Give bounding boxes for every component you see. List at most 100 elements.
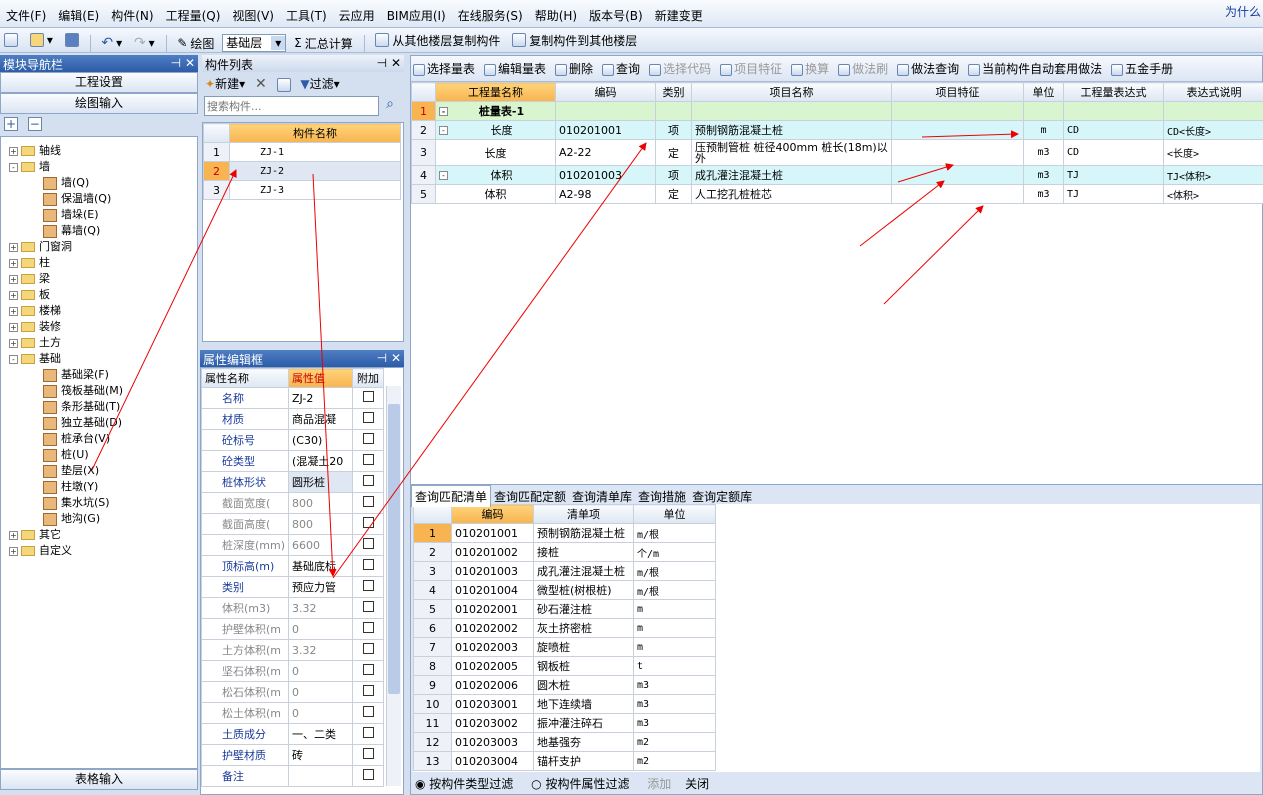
tree-item[interactable]: 幕墙(Q): [1, 223, 197, 239]
query-tab[interactable]: 查询定额库: [689, 486, 755, 507]
quantity-tool-button[interactable]: 五金手册: [1111, 62, 1173, 76]
extra-checkbox[interactable]: [362, 622, 374, 633]
copy-to-floor-button[interactable]: 复制构件到其他楼层: [508, 28, 641, 52]
tree-item[interactable]: + 梁: [1, 271, 197, 287]
property-row[interactable]: 土方体积(m 3.32: [201, 639, 384, 661]
expand-all-icon[interactable]: +: [4, 117, 18, 131]
property-value[interactable]: 圆形桩: [288, 471, 354, 493]
property-row[interactable]: 砼标号 (C30): [201, 429, 384, 451]
query-row[interactable]: 5 010202001 砂石灌注桩 m: [413, 599, 716, 619]
expand-icon[interactable]: +: [9, 274, 18, 284]
table-input-button[interactable]: 表格输入: [0, 769, 198, 790]
menu-item[interactable]: 视图(V): [226, 0, 280, 31]
tree-item[interactable]: 桩(U): [1, 447, 197, 463]
extra-checkbox[interactable]: [362, 748, 374, 759]
quantity-row[interactable]: 3 长度 A2-22 定压预制管桩 桩径400mm 桩长(18m)以外 m3 CD <长度>: [411, 139, 1263, 166]
expand-icon[interactable]: +: [9, 146, 18, 156]
property-row[interactable]: 备注: [201, 765, 384, 787]
redo-button[interactable]: ↷ ▾: [130, 31, 159, 55]
tree-item[interactable]: 桩承台(V): [1, 431, 197, 447]
property-value[interactable]: 0: [288, 660, 354, 682]
quantity-tool-button[interactable]: 删除: [555, 62, 593, 76]
query-row[interactable]: 3 010201003 成孔灌注混凝土桩 m/根: [413, 561, 716, 581]
collapse-icon[interactable]: -: [439, 171, 448, 180]
open-button[interactable]: ▾: [26, 28, 57, 52]
quantity-tool-button[interactable]: 做法查询: [897, 62, 959, 76]
property-row[interactable]: 材质 商品混凝: [201, 408, 384, 430]
property-row[interactable]: 桩体形状 圆形桩: [201, 471, 384, 493]
draw-input-button[interactable]: 绘图输入: [0, 93, 198, 114]
pin-close-icon[interactable]: ⊣ ✕: [377, 351, 401, 366]
save-button[interactable]: [61, 28, 83, 52]
extra-checkbox[interactable]: [362, 496, 374, 507]
component-row[interactable]: 1 ZJ-1: [203, 142, 401, 162]
quantity-tool-button[interactable]: 做法刷: [838, 62, 888, 76]
tree-item[interactable]: 筏板基础(M): [1, 383, 197, 399]
query-row[interactable]: 1 010201001 预制钢筋混凝土桩 m/根: [413, 523, 716, 543]
property-row[interactable]: 体积(m3) 3.32: [201, 597, 384, 619]
component-row[interactable]: 3 ZJ-3: [203, 180, 401, 200]
tree-item[interactable]: + 门窗洞: [1, 239, 197, 255]
quantity-tool-button[interactable]: 选择代码: [649, 62, 711, 76]
property-value[interactable]: 800: [288, 492, 354, 514]
property-row[interactable]: 松石体积(m 0: [201, 681, 384, 703]
query-tab[interactable]: 查询匹配定额: [491, 486, 569, 507]
extra-checkbox[interactable]: [362, 433, 374, 444]
expand-icon[interactable]: +: [9, 242, 18, 252]
property-row[interactable]: 截面高度(800: [201, 513, 384, 535]
property-row[interactable]: 名称 ZJ-2: [201, 387, 384, 409]
property-value[interactable]: 一、二类: [288, 723, 354, 745]
query-row[interactable]: 9 010202006 圆木桩 m3: [413, 675, 716, 695]
property-value[interactable]: 商品混凝: [288, 408, 354, 430]
tree-item[interactable]: 独立基础(D): [1, 415, 197, 431]
property-row[interactable]: 砼类型 (混凝土20: [201, 450, 384, 472]
tree-item[interactable]: + 楼梯: [1, 303, 197, 319]
property-value[interactable]: 3.32: [288, 597, 354, 619]
tree-item[interactable]: 保温墙(Q): [1, 191, 197, 207]
quantity-row[interactable]: 4- 体积 010201003 项成孔灌注混凝土桩 m3 TJ TJ<体积>: [411, 165, 1263, 185]
tree-item[interactable]: 柱墩(Y): [1, 479, 197, 495]
expand-icon[interactable]: +: [9, 338, 18, 348]
property-value[interactable]: (C30): [288, 429, 354, 451]
menu-item[interactable]: 文件(F): [0, 0, 52, 31]
query-row[interactable]: 4 010201004 微型桩(树根桩) m/根: [413, 580, 716, 600]
property-value[interactable]: 砖: [288, 744, 354, 766]
tree-item[interactable]: - 基础: [1, 351, 197, 367]
menu-item[interactable]: 构件(N): [105, 0, 159, 31]
sum-calc-button[interactable]: Σ 汇总计算: [290, 31, 357, 55]
extra-checkbox[interactable]: [362, 412, 374, 423]
collapse-icon[interactable]: -: [9, 354, 18, 364]
tree-item[interactable]: 墙垛(E): [1, 207, 197, 223]
undo-button[interactable]: ↶ ▾: [97, 31, 126, 55]
query-tab[interactable]: 查询清单库: [569, 486, 635, 507]
query-row[interactable]: 8 010202005 钢板桩 t: [413, 656, 716, 676]
quantity-row[interactable]: 5 体积 A2-98 定人工挖孔桩桩芯 m3 TJ <体积>: [411, 184, 1263, 204]
tree-item[interactable]: + 柱: [1, 255, 197, 271]
menu-item[interactable]: 帮助(H): [529, 0, 583, 31]
pin-close-icon[interactable]: ⊣ ✕: [171, 56, 195, 71]
property-row[interactable]: 护壁体积(m 0: [201, 618, 384, 640]
query-row[interactable]: 11 010203002 振冲灌注碎石 m3: [413, 713, 716, 733]
tree-item[interactable]: 地沟(G): [1, 511, 197, 527]
quantity-tool-button[interactable]: 当前构件自动套用做法: [968, 62, 1102, 76]
menu-item[interactable]: 版本号(B): [583, 0, 649, 31]
property-value[interactable]: 800: [288, 513, 354, 535]
tree-item[interactable]: + 土方: [1, 335, 197, 351]
add-button[interactable]: 添加: [647, 777, 671, 791]
tree-item[interactable]: + 板: [1, 287, 197, 303]
property-value[interactable]: 3.32: [288, 639, 354, 661]
pin-close-icon[interactable]: ⊣ ✕: [377, 56, 401, 71]
tree-item[interactable]: 墙(Q): [1, 175, 197, 191]
property-value[interactable]: (混凝土20: [288, 450, 354, 472]
query-row[interactable]: 7 010202003 旋喷桩 m: [413, 637, 716, 657]
delete-icon[interactable]: ✕: [255, 76, 267, 92]
property-value[interactable]: 0: [288, 618, 354, 640]
component-search-input[interactable]: [204, 96, 379, 116]
quantity-tool-button[interactable]: 换算: [791, 62, 829, 76]
component-row[interactable]: 2 ZJ-2: [203, 161, 401, 181]
property-value[interactable]: [288, 765, 354, 787]
expand-icon[interactable]: +: [9, 546, 18, 556]
new-file-button[interactable]: [0, 28, 22, 52]
tree-item[interactable]: -墙: [1, 159, 197, 175]
quantity-row[interactable]: 1- 桩量表-1: [411, 101, 1263, 121]
